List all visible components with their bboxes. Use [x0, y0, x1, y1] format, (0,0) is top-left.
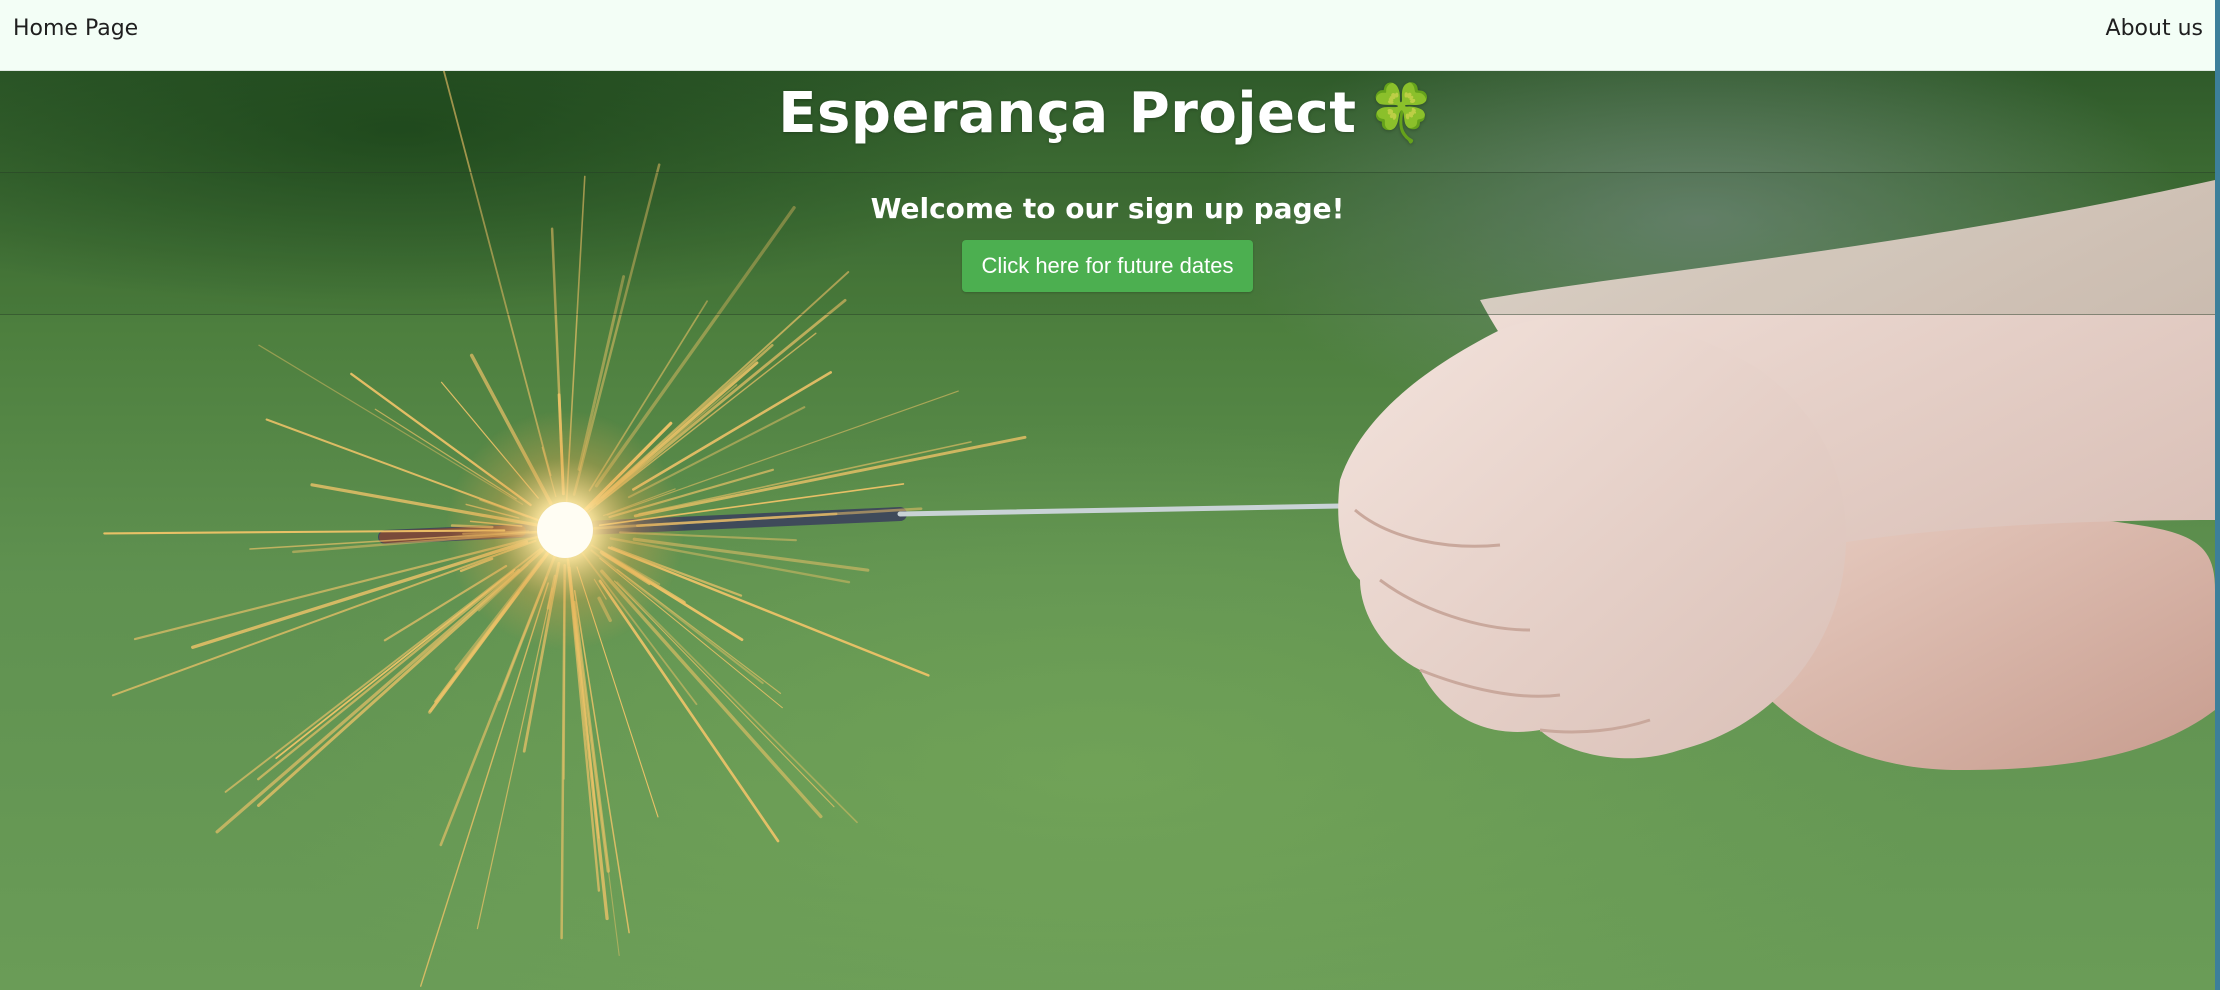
- spark-ray: [616, 581, 858, 824]
- window-edge: [2215, 0, 2220, 990]
- clover-icon: 🍀: [1366, 81, 1437, 146]
- nav-about-link[interactable]: About us: [2106, 16, 2203, 41]
- nav-home-link[interactable]: Home Page: [13, 16, 138, 41]
- page-title: Esperança Project 🍀: [0, 80, 2215, 146]
- welcome-subtitle: Welcome to our sign up page!: [870, 192, 1345, 225]
- top-navbar: Home Page About us: [0, 0, 2215, 71]
- spark-ray: [215, 568, 521, 834]
- spark-ray: [633, 435, 1027, 518]
- page: Home Page About us Esperança Project 🍀 W…: [0, 0, 2220, 990]
- future-dates-button[interactable]: Click here for future dates: [962, 240, 1253, 292]
- spark-ray: [638, 441, 972, 515]
- page-title-text: Esperança Project: [778, 81, 1357, 146]
